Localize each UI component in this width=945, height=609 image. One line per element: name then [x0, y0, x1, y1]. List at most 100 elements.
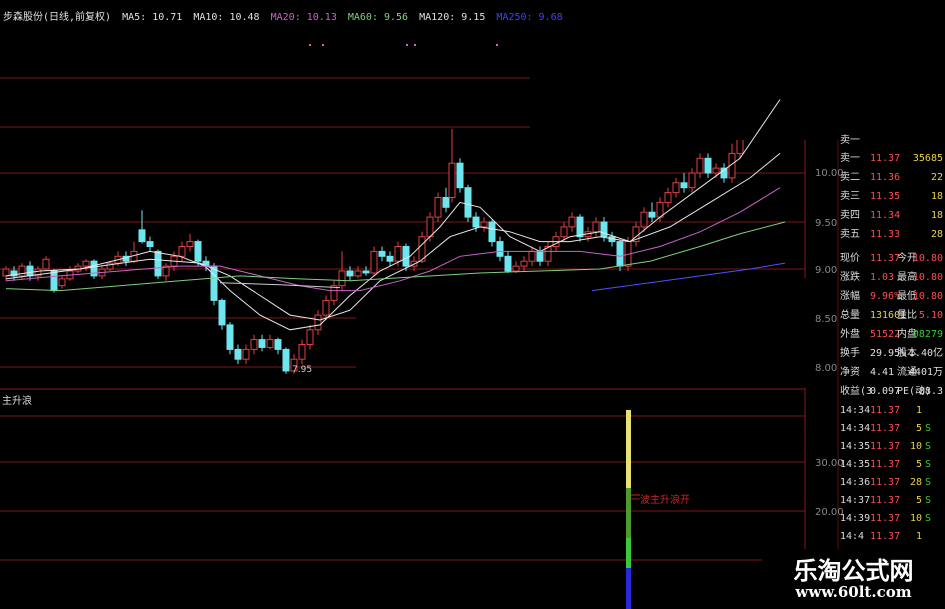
candle-body	[2, 268, 10, 277]
signal-bar-lime	[626, 538, 631, 568]
candle-body	[218, 299, 226, 326]
kline-chart[interactable]: 10.009.509.008.508.0030.0020.007.95	[0, 0, 945, 609]
candle-body	[592, 221, 600, 233]
tick-time: 14:35	[840, 459, 871, 470]
occlusion-rect	[356, 278, 806, 388]
candle-body	[178, 246, 186, 257]
stat-value-2: 88.3	[918, 386, 943, 397]
candle-body	[370, 250, 378, 274]
signal-bar-yellow	[626, 410, 631, 488]
stat-value-2: 4401万	[908, 367, 943, 378]
candle-body	[210, 265, 218, 301]
stat-row: 现价 11.37 今开 10.80	[810, 250, 945, 268]
ma60-label: MA60: 9.56	[347, 12, 409, 23]
ask-label: 卖一	[840, 153, 860, 164]
stat-row: 收益(3 0.097 PE(动) 88.3	[810, 383, 945, 401]
ask-row[interactable]: 卖五 11.33 28	[810, 226, 945, 244]
tick-price: 11.37	[870, 477, 901, 488]
tick-volume: 1	[915, 531, 922, 542]
candle-body	[258, 339, 266, 348]
tick-price: 11.37	[870, 405, 901, 416]
ask-volume: 18	[930, 210, 943, 221]
tick-time: 14:34	[840, 405, 871, 416]
tick-side: S	[925, 495, 932, 506]
candle-body	[512, 265, 520, 272]
candle-body	[386, 255, 394, 262]
candle-body	[186, 241, 194, 248]
tick-time: 14:4	[840, 531, 865, 542]
ask-row[interactable]: 卖三 11.35 18	[810, 188, 945, 206]
tick-side: S	[925, 477, 932, 488]
tick-row: 14:37 11.37 5 S	[810, 492, 945, 509]
candle-body	[346, 270, 354, 277]
candle-body	[448, 162, 456, 198]
candle-body	[282, 348, 290, 372]
candle-body	[338, 270, 346, 287]
candle-body	[640, 211, 648, 228]
ask-row-cut: 卖一	[840, 135, 860, 146]
tick-time: 14:39	[840, 513, 871, 524]
stat-value: 11.37	[870, 253, 901, 264]
candle-body	[82, 260, 90, 267]
stat-label: 净资	[840, 367, 860, 378]
candle-body	[456, 162, 464, 189]
candle-body	[528, 250, 536, 262]
ask-label: 卖二	[840, 172, 860, 183]
stat-value: 9.96%	[870, 291, 901, 302]
stat-value: 0.097	[870, 386, 901, 397]
stat-label: 换手	[840, 348, 860, 359]
ask-volume: 18	[930, 191, 943, 202]
ask-price: 11.33	[870, 229, 901, 240]
ask-row[interactable]: 卖一 11.37 35685	[810, 150, 945, 168]
tick-price: 11.37	[870, 441, 901, 452]
ma5-label: MA5: 10.71	[122, 12, 183, 23]
stat-row: 外盘 51522 内盘 08279	[810, 326, 945, 344]
tick-row: 14:36 11.37 28 S	[810, 474, 945, 491]
candle-body	[402, 246, 410, 267]
ask-label: 卖四	[840, 210, 860, 221]
candle-body	[472, 216, 480, 228]
indicator-title: 主升浪	[2, 396, 32, 407]
ask-label: 卖五	[840, 229, 860, 240]
tick-row: 14:4 11.37 1	[810, 528, 945, 545]
ask-price: 11.36	[870, 172, 901, 183]
candle-body	[250, 339, 258, 350]
candle-body	[600, 221, 608, 238]
candle-body	[488, 221, 496, 243]
candle-body	[322, 299, 330, 316]
ask-row[interactable]: 卖二 11.36 22	[810, 169, 945, 187]
ask-row[interactable]: 卖四 11.34 18	[810, 207, 945, 225]
watermark-url: www.60lt.com	[795, 583, 912, 601]
tick-row: 14:34 11.37 5 S	[810, 420, 945, 437]
signal-bar-blue	[626, 568, 631, 609]
stat-value-2: 10.80	[912, 253, 943, 264]
ask-price: 11.35	[870, 191, 901, 202]
candle-body	[266, 339, 274, 348]
tick-time: 14:34	[840, 423, 871, 434]
candle-body	[504, 255, 512, 272]
ma20-label: MA20: 10.13	[270, 12, 337, 23]
tick-volume: 5	[915, 459, 922, 470]
candle-body	[426, 216, 434, 238]
candle-body	[394, 246, 402, 262]
stat-value-2: 5.10	[918, 310, 943, 321]
ask-label: 卖三	[840, 191, 860, 202]
candle-body	[664, 192, 672, 203]
candle-body	[354, 270, 362, 277]
tick-side: S	[925, 513, 932, 524]
signal-dot	[496, 44, 498, 46]
stat-value-2: 1.40亿	[908, 348, 943, 359]
tick-side: S	[925, 459, 932, 470]
signal-dot	[414, 44, 416, 46]
candle-body	[536, 250, 544, 262]
tick-price: 11.37	[870, 495, 901, 506]
candle-body	[712, 167, 720, 174]
tick-volume: 1	[915, 405, 922, 416]
occlusion-rect	[530, 0, 805, 140]
signal-dot	[322, 44, 324, 46]
candle-body	[442, 197, 450, 208]
signal-dot	[309, 44, 311, 46]
ma20-line	[5, 187, 781, 292]
candle-body	[576, 216, 584, 238]
candle-body	[568, 216, 576, 228]
